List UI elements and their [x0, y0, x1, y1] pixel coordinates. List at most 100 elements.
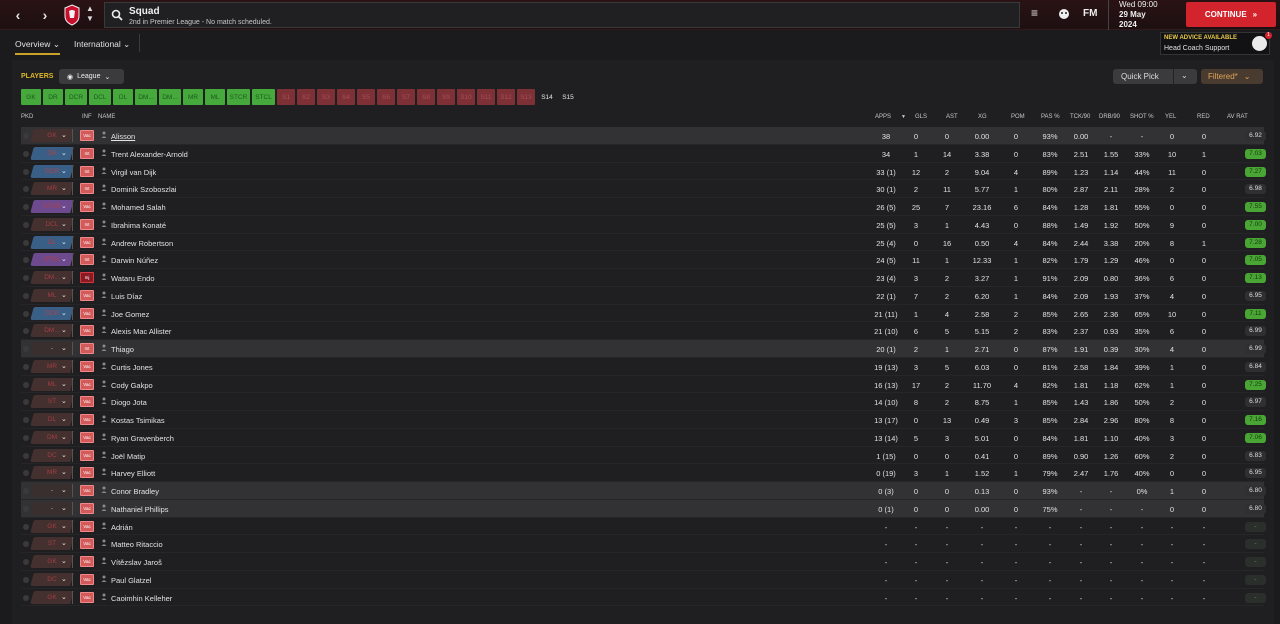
position-filter-tile[interactable]: S11	[477, 89, 495, 105]
position-select[interactable]: DM	[30, 430, 74, 444]
player-name[interactable]: Diogo Jota	[111, 398, 147, 407]
back-arrow-icon[interactable]: ‹	[10, 7, 26, 23]
select-dot-icon[interactable]	[23, 470, 29, 477]
position-select[interactable]: GK	[30, 519, 74, 533]
filtered-button[interactable]: Filtered* ⌄	[1201, 69, 1263, 84]
table-row[interactable]: STCR ⌄ Vac Mohamed Salah 26 (5) 25 7 23.16 6 84% 1…	[21, 198, 1266, 216]
table-row[interactable]: - ⌄ Int Thiago 20 (1) 2 1 2.71 0 87% 1.91 0.39 30% 4 0…	[21, 340, 1266, 358]
status-badge[interactable]: Vac	[80, 538, 94, 550]
status-badge[interactable]: Vac	[80, 485, 94, 496]
position-filter-tile[interactable]: S9	[437, 89, 455, 105]
player-name[interactable]: Dominik Szoboszlai	[111, 185, 176, 194]
player-name[interactable]: Conor Bradley	[111, 487, 159, 496]
manager-face-icon[interactable]	[1058, 8, 1070, 20]
table-row[interactable]: DCL ⌄ Int Ibrahima Konaté 25 (5) 3 1 4.43 0 88% 1.…	[21, 216, 1266, 234]
table-row[interactable]: ST ⌄ Vac Matteo Ritaccio - - - - - - - - - - - -	[21, 535, 1266, 553]
col-shot[interactable]: SHOT %	[1130, 114, 1154, 120]
select-dot-icon[interactable]	[23, 363, 29, 370]
position-select[interactable]: ST	[30, 537, 74, 551]
select-dot-icon[interactable]	[23, 523, 29, 530]
position-select[interactable]: DL	[30, 413, 74, 426]
position-filter-tile[interactable]: ML	[205, 89, 225, 105]
position-filter-tile[interactable]: DL	[113, 89, 133, 105]
chevron-down-icon[interactable]: ⌄	[61, 131, 67, 139]
status-badge[interactable]: Vac	[80, 396, 94, 408]
col-yel[interactable]: YEL	[1165, 114, 1176, 120]
chevron-down-icon[interactable]: ⌄	[61, 149, 67, 157]
player-name[interactable]: Wataru Endo	[111, 274, 155, 283]
status-badge[interactable]: Vac	[80, 591, 94, 603]
position-select[interactable]: -	[30, 501, 74, 515]
player-name[interactable]: Thiago	[111, 345, 134, 354]
table-row[interactable]: DM... ⌄ Inj Wataru Endo 23 (4) 3 2 3.27 1 91% 2.09…	[21, 269, 1266, 287]
player-name[interactable]: Ibrahima Konaté	[111, 221, 166, 230]
position-filter-tile[interactable]: S1	[277, 89, 295, 105]
position-filter-tile[interactable]: STCR	[227, 89, 250, 105]
table-row[interactable]: GK ⌄ Vac Adrián - - - - - - - - - - - -	[21, 518, 1266, 536]
chevron-down-icon[interactable]: ⌄	[61, 486, 67, 494]
chevron-down-icon[interactable]: ⌄	[61, 433, 67, 441]
player-name[interactable]: Cody Gakpo	[111, 381, 153, 390]
chevron-down-icon[interactable]: ⌄	[61, 468, 67, 476]
position-filter-tile[interactable]: S14	[537, 89, 557, 105]
position-select[interactable]: ML	[30, 377, 74, 391]
player-name[interactable]: Paul Glatzel	[111, 576, 151, 585]
select-dot-icon[interactable]	[23, 434, 29, 441]
position-select[interactable]: STCL	[30, 253, 74, 267]
position-filter-tile[interactable]: S12	[497, 89, 515, 105]
position-filter-tile[interactable]: DCR	[65, 89, 87, 105]
status-badge[interactable]: Vac	[80, 431, 94, 443]
status-badge[interactable]: Int	[80, 147, 94, 159]
position-filter-tile[interactable]: S8	[417, 89, 435, 105]
chevron-down-icon[interactable]: ⌄	[61, 309, 67, 317]
position-select[interactable]: STCR	[30, 200, 74, 213]
col-tck[interactable]: TCK/90	[1070, 114, 1090, 120]
status-badge[interactable]: Int	[80, 343, 94, 354]
position-filter-tile[interactable]: STCL	[252, 89, 275, 105]
select-dot-icon[interactable]	[23, 417, 29, 423]
chevron-down-icon[interactable]: ⌄	[61, 539, 67, 547]
table-row[interactable]: ML ⌄ Vac Luis Díaz 22 (1) 7 2 6.20 1 84% 2.09 1.93 3…	[21, 287, 1266, 305]
position-filter-tile[interactable]: DCL	[89, 89, 111, 105]
col-pom[interactable]: POM	[1011, 114, 1025, 120]
position-select[interactable]: GK	[30, 590, 74, 604]
position-select[interactable]: ML	[30, 288, 74, 302]
table-row[interactable]: DC ⌄ Vac Joël Matip 1 (15) 0 0 0.41 0 89% 0.90 1.26…	[21, 447, 1266, 465]
col-ast[interactable]: AST	[946, 114, 958, 120]
chevron-down-icon[interactable]: ⌄	[61, 380, 67, 388]
col-red[interactable]: RED	[1197, 114, 1210, 120]
player-name[interactable]: Adrián	[111, 523, 133, 532]
status-badge[interactable]: Vac	[80, 520, 94, 532]
position-select[interactable]: DCL	[30, 217, 74, 231]
tab-international[interactable]: International ⌄	[74, 39, 130, 50]
position-filter-tile[interactable]: S3	[317, 89, 335, 105]
select-dot-icon[interactable]	[23, 399, 29, 406]
col-avrat[interactable]: AV RAT	[1227, 114, 1248, 120]
position-filter-tile[interactable]: MR	[183, 89, 203, 105]
select-dot-icon[interactable]	[23, 186, 29, 193]
position-select[interactable]: MR	[30, 359, 74, 373]
player-name[interactable]: Darwin Núñez	[111, 256, 158, 265]
select-dot-icon[interactable]	[23, 221, 29, 228]
chevron-down-icon[interactable]: ⌄	[61, 344, 67, 352]
table-row[interactable]: DR ⌄ Int Trent Alexander-Arnold 34 1 14 3.38 0 83…	[21, 145, 1266, 163]
table-row[interactable]: GK ⌄ Vac Caoimhin Kelleher - - - - - - - - - - - -	[21, 589, 1266, 607]
position-filter-tile[interactable]: S2	[297, 89, 315, 105]
position-select[interactable]: -	[30, 484, 74, 497]
position-select[interactable]: DM...	[30, 324, 74, 338]
player-name[interactable]: Trent Alexander-Arnold	[111, 150, 188, 159]
position-select[interactable]: GK	[30, 555, 74, 568]
chevron-down-icon[interactable]: ⌄	[61, 397, 67, 405]
table-row[interactable]: DM... ⌄ Vac Alexis Mac Allister 21 (10) 6 5 5.1…	[21, 322, 1266, 340]
chevron-down-icon[interactable]: ⌄	[61, 255, 67, 263]
table-row[interactable]: ST ⌄ Vac Diogo Jota 14 (10) 8 2 8.75 1 85% 1.43 1.8…	[21, 393, 1266, 411]
position-select[interactable]: DC	[30, 572, 74, 586]
status-badge[interactable]: Vac	[80, 449, 94, 461]
status-badge[interactable]: Vac	[80, 414, 94, 425]
col-pas[interactable]: PAS %	[1041, 114, 1060, 120]
select-dot-icon[interactable]	[23, 594, 29, 601]
select-dot-icon[interactable]	[23, 204, 29, 210]
table-row[interactable]: MR ⌄ Int Dominik Szoboszlai 30 (1) 2 11 5.77 1 80…	[21, 180, 1266, 198]
table-row[interactable]: DCR ⌄ Int Virgil van Dijk 33 (1) 12 2 9.04 4 89% 1…	[21, 163, 1266, 181]
chevron-down-icon[interactable]: ⌄	[61, 415, 67, 423]
